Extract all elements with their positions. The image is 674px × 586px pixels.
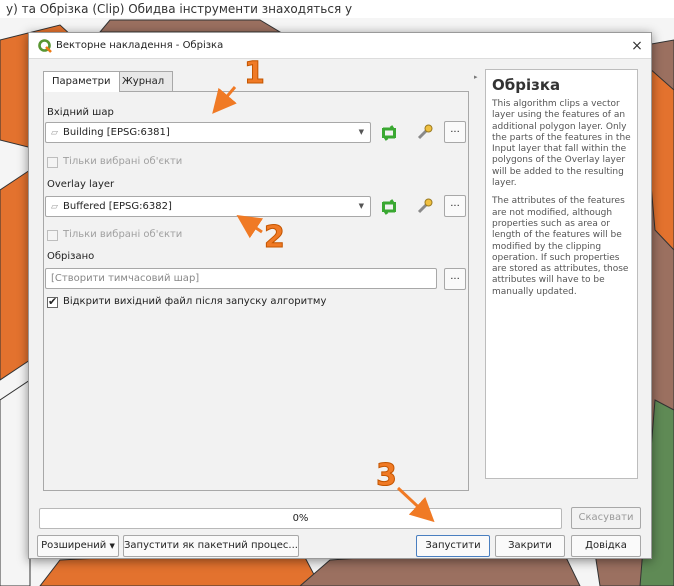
tab-log[interactable]: Журнал bbox=[113, 71, 174, 91]
chevron-down-icon: ▼ bbox=[109, 542, 115, 550]
progress-text: 0% bbox=[292, 513, 309, 524]
help-button[interactable]: Довідка bbox=[571, 535, 641, 557]
overlay-layer-value: Buffered [EPSG:6382] bbox=[63, 201, 172, 212]
page-caption: у) та Обрізка (Clip) Обидва інструменти … bbox=[0, 0, 674, 18]
help-paragraph: This algorithm clips a vector layer usin… bbox=[492, 99, 631, 189]
polygon-layer-icon: ▱ bbox=[51, 128, 58, 138]
tab-parameters[interactable]: Параметри bbox=[43, 71, 120, 92]
output-options-button[interactable]: ... bbox=[444, 268, 466, 290]
input-selected-only-label: Тільки вибрані об'єкти bbox=[63, 156, 183, 167]
help-panel: Обрізка This algorithm clips a vector la… bbox=[485, 69, 638, 479]
qgis-logo-icon bbox=[38, 39, 52, 53]
map-polygon bbox=[0, 379, 31, 586]
parameters-panel bbox=[43, 91, 469, 491]
chevron-down-icon: ▼ bbox=[358, 128, 364, 136]
dialog-titlebar[interactable]: Векторне накладення - Обрізка × bbox=[29, 33, 651, 59]
chevron-down-icon: ▼ bbox=[358, 202, 364, 210]
input-layer-label: Вхідний шар bbox=[47, 107, 114, 118]
input-layer-options-button[interactable]: ... bbox=[444, 121, 466, 143]
input-layer-combo[interactable]: ▱ Building [EPSG:6381] ▼ bbox=[45, 122, 371, 143]
progress-bar: 0% bbox=[39, 508, 562, 529]
wrench-icon[interactable] bbox=[415, 196, 435, 216]
overlay-layer-options-button[interactable]: ... bbox=[444, 195, 466, 217]
annotation-number-3: 3 bbox=[376, 458, 398, 494]
close-button[interactable]: Закрити bbox=[495, 535, 565, 557]
overlay-selected-only-label: Тільки вибрані об'єкти bbox=[63, 229, 183, 240]
cancel-button[interactable]: Скасувати bbox=[571, 507, 641, 529]
open-output-checkbox[interactable] bbox=[47, 295, 58, 308]
advanced-button[interactable]: Розширений ▼ bbox=[37, 535, 119, 557]
batch-process-button[interactable]: Запустити як пакетний процес... bbox=[123, 535, 299, 557]
input-selected-only-checkbox[interactable] bbox=[47, 157, 58, 168]
map-polygon bbox=[0, 169, 31, 381]
overlay-layer-combo[interactable]: ▱ Buffered [EPSG:6382] ▼ bbox=[45, 196, 371, 217]
advanced-label: Розширений bbox=[41, 540, 107, 551]
close-icon[interactable]: × bbox=[627, 36, 647, 56]
overlay-layer-label: Overlay layer bbox=[47, 179, 115, 190]
annotation-number-2: 2 bbox=[264, 220, 286, 256]
open-output-label: Відкрити вихідний файл після запуску алг… bbox=[63, 296, 327, 307]
iterate-icon[interactable] bbox=[379, 123, 399, 143]
map-polygon bbox=[98, 19, 282, 33]
collapse-arrow-icon[interactable]: ▸ bbox=[474, 73, 478, 81]
iterate-icon[interactable] bbox=[379, 197, 399, 217]
input-layer-value: Building [EPSG:6381] bbox=[63, 127, 170, 138]
annotation-number-1: 1 bbox=[244, 56, 266, 92]
wrench-icon[interactable] bbox=[415, 122, 435, 142]
help-paragraph: The attributes of the features are not m… bbox=[492, 196, 629, 297]
output-placeholder: [Створити тимчасовий шар] bbox=[51, 273, 200, 284]
polygon-layer-icon: ▱ bbox=[51, 202, 58, 212]
help-title: Обрізка bbox=[492, 76, 561, 94]
output-label: Обрізано bbox=[47, 251, 95, 262]
clip-dialog: Векторне накладення - Обрізка × Параметр… bbox=[28, 32, 652, 559]
dialog-title: Векторне накладення - Обрізка bbox=[56, 40, 224, 51]
output-field[interactable]: [Створити тимчасовий шар] bbox=[45, 268, 437, 289]
run-button[interactable]: Запустити bbox=[416, 535, 490, 557]
overlay-selected-only-checkbox[interactable] bbox=[47, 230, 58, 241]
